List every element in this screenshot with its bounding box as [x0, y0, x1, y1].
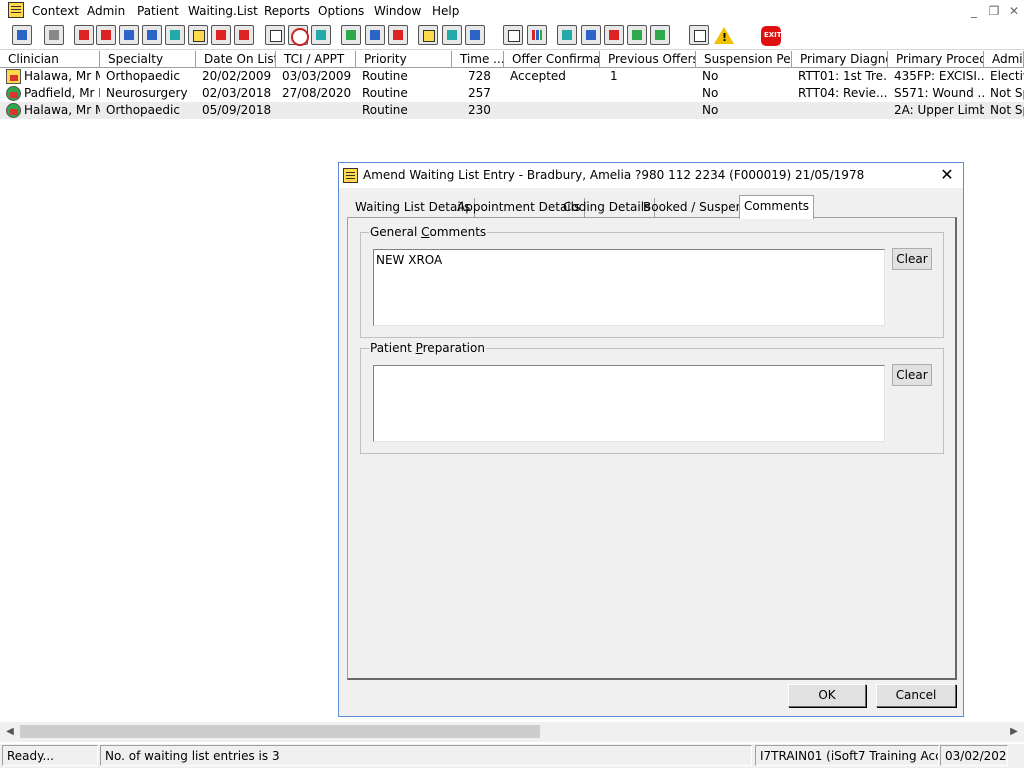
- screen-clock-icon[interactable]: [388, 25, 408, 45]
- amend-waiting-list-dialog: Amend Waiting List Entry - Bradbury, Ame…: [338, 162, 964, 717]
- inbox-red-icon[interactable]: [604, 25, 624, 45]
- magnify-document-icon[interactable]: [265, 25, 285, 45]
- dialog-title: Amend Waiting List Entry - Bradbury, Ame…: [363, 168, 865, 182]
- menu-admin[interactable]: Admin: [87, 4, 125, 18]
- menu-reports[interactable]: Reports: [264, 4, 310, 18]
- dialog-close-icon[interactable]: ✕: [935, 164, 959, 186]
- blank-document-icon[interactable]: [503, 25, 523, 45]
- waiting-list-icon[interactable]: [418, 25, 438, 45]
- printer-icon[interactable]: [44, 25, 64, 45]
- scroll-left-icon[interactable]: ◀: [2, 724, 18, 740]
- search-record-icon[interactable]: [119, 25, 139, 45]
- column-header-clinician[interactable]: Clinician: [0, 51, 100, 68]
- general-comments-textarea[interactable]: NEW XROA: [373, 249, 885, 326]
- inbox-list-icon[interactable]: [581, 25, 601, 45]
- patient-preparation-textarea[interactable]: [373, 365, 885, 442]
- column-header-priority[interactable]: Priority: [356, 51, 452, 68]
- warning-icon[interactable]: !: [713, 25, 734, 45]
- general-comments-group: General Comments NEW XROA Clear: [360, 225, 944, 338]
- column-header-primary-diagnosis[interactable]: Primary Diagnosis: [792, 51, 888, 68]
- menu-patient[interactable]: Patient: [137, 4, 179, 18]
- close-icon[interactable]: ✕: [1006, 3, 1022, 19]
- status-account: I7TRAIN01 (iSoft7 Training Account): [755, 745, 939, 766]
- column-header-offer-confirmation[interactable]: Offer Confirmati...: [504, 51, 600, 68]
- horizontal-scrollbar[interactable]: ◀ ▶: [0, 722, 1024, 742]
- column-header-suspension[interactable]: Suspension Per...: [696, 51, 792, 68]
- menu-waiting-list[interactable]: Waiting.List: [188, 4, 258, 18]
- ambulance-icon[interactable]: [442, 25, 462, 45]
- clinician-icon[interactable]: [12, 25, 32, 45]
- status-ready: Ready...: [2, 745, 98, 766]
- ok-button[interactable]: OK: [788, 684, 866, 707]
- comments-tab-panel: General Comments NEW XROA Clear Patient …: [347, 217, 957, 680]
- screen-chart-icon[interactable]: [341, 25, 361, 45]
- minimize-icon[interactable]: _: [966, 3, 982, 19]
- menu-context[interactable]: Context: [32, 4, 79, 18]
- edit-record-icon[interactable]: [96, 25, 116, 45]
- flag-forward-icon[interactable]: [234, 25, 254, 45]
- table-row[interactable]: Padfield, Mr L Neurosurgery 02/03/2018 2…: [0, 85, 1024, 102]
- toolbar: ! EXIT: [0, 22, 1024, 50]
- globe-list-icon[interactable]: [557, 25, 577, 45]
- bed-icon[interactable]: [465, 25, 485, 45]
- monitor-icon[interactable]: [311, 25, 331, 45]
- menu-help[interactable]: Help: [432, 4, 459, 18]
- patient-preparation-label: Patient Preparation: [369, 341, 486, 355]
- scrollbar-thumb[interactable]: [20, 725, 540, 738]
- clock-icon[interactable]: [288, 25, 309, 46]
- menu-window[interactable]: Window: [374, 4, 421, 18]
- column-header-admission[interactable]: Admiss...: [984, 51, 1024, 68]
- table-row[interactable]: Halawa, Mr M Orthopaedic 20/02/2009 03/0…: [0, 68, 1024, 85]
- status-entries-count: No. of waiting list entries is 3: [100, 745, 752, 766]
- column-header-time[interactable]: Time ...: [452, 51, 504, 68]
- waiting-list-icon: [343, 168, 358, 183]
- table-row[interactable]: Halawa, Mr M Orthopaedic 05/09/2018 Rout…: [0, 102, 1024, 119]
- globe-patient-icon: [6, 103, 21, 118]
- document-warning-icon: [6, 69, 21, 84]
- restore-icon[interactable]: ❐: [986, 3, 1002, 19]
- column-header-tci-appt[interactable]: TCI / APPT: [276, 51, 356, 68]
- record-book-icon[interactable]: [74, 25, 94, 45]
- patient-preparation-clear-button[interactable]: Clear: [892, 364, 932, 386]
- m-letter-icon[interactable]: [142, 25, 162, 45]
- list-green-icon[interactable]: [650, 25, 670, 45]
- dialog-titlebar[interactable]: Amend Waiting List Entry - Bradbury, Ame…: [339, 163, 963, 188]
- menu-options[interactable]: Options: [318, 4, 364, 18]
- bar-chart-icon[interactable]: [527, 25, 547, 45]
- globe-patient-icon: [6, 86, 21, 101]
- general-comments-clear-button[interactable]: Clear: [892, 248, 932, 270]
- inbox-green-icon[interactable]: [627, 25, 647, 45]
- column-header-primary-procedure[interactable]: Primary Proced...: [888, 51, 984, 68]
- column-header-date-on-list[interactable]: Date On List: [196, 51, 276, 68]
- transfer-arrows-icon[interactable]: [689, 25, 709, 45]
- patient-preparation-group: Patient Preparation Clear: [360, 341, 944, 454]
- screen-list-icon[interactable]: [365, 25, 385, 45]
- tab-comments[interactable]: Comments: [739, 195, 815, 219]
- notepad-icon[interactable]: [188, 25, 208, 45]
- general-comments-label: General Comments: [369, 225, 488, 239]
- column-header-previous-offers[interactable]: Previous Offers: [600, 51, 696, 68]
- status-date: 03/02/2023: [940, 745, 1008, 766]
- menu-bar: Context Admin Patient Waiting.List Repor…: [0, 0, 1024, 22]
- status-bar: Ready... No. of waiting list entries is …: [0, 744, 1024, 768]
- exit-icon[interactable]: EXIT: [760, 25, 782, 46]
- cancel-button[interactable]: Cancel: [876, 684, 956, 707]
- app-document-icon[interactable]: [8, 2, 24, 18]
- scroll-right-icon[interactable]: ▶: [1006, 724, 1022, 740]
- flag-list-icon[interactable]: [211, 25, 231, 45]
- column-header-specialty[interactable]: Specialty: [100, 51, 196, 68]
- person-card-icon[interactable]: [165, 25, 185, 45]
